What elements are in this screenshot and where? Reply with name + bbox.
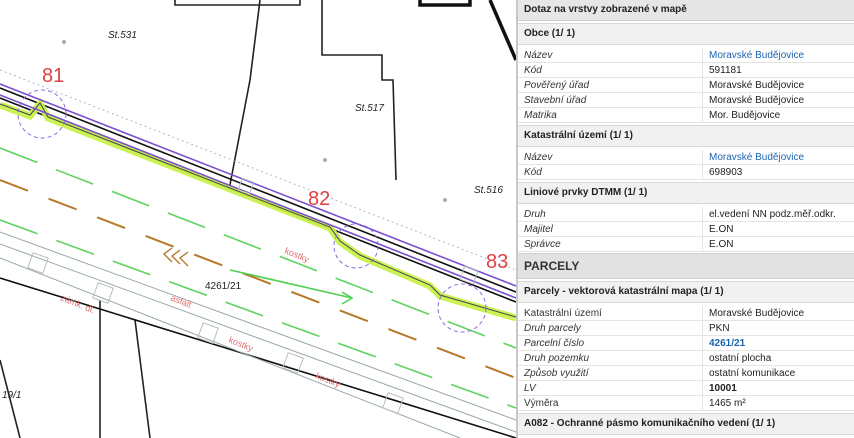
- table-row: Stavební úřad Moravské Budějovice: [518, 92, 854, 108]
- dashed-line: [0, 69, 516, 271]
- brown-chevrons: [162, 247, 189, 267]
- table-row: Správce E.ON: [518, 236, 854, 252]
- section-header-katastr[interactable]: Katastrální území (1/ 1): [518, 125, 854, 147]
- row-value: 591181: [702, 62, 854, 78]
- road-label: zámk. dl.: [59, 293, 96, 316]
- parcel-label: St.516: [474, 185, 503, 196]
- small-dots: [62, 40, 447, 202]
- road-label: kostky: [283, 246, 311, 265]
- query-results-panel: Dotaz na vrstvy zobrazené v mapě Obce (1…: [516, 0, 854, 438]
- parcel-boundaries-bold: [418, 0, 516, 61]
- table-row: Název Moravské Budějovice: [518, 150, 854, 165]
- table-row: Kód 698903: [518, 164, 854, 180]
- row-value: PKN: [702, 320, 854, 336]
- table-row: Parcelní číslo 4261/21: [518, 335, 854, 351]
- table-row: Název Moravské Budějovice: [518, 48, 854, 63]
- table-row: Majitel E.ON: [518, 221, 854, 237]
- row-key: Správce: [518, 236, 703, 252]
- road-label: kostky: [227, 335, 255, 354]
- centre-line: [0, 179, 516, 379]
- sidewalk-lines: [0, 231, 516, 438]
- road-boundaries: [0, 87, 516, 438]
- table-row: Katastrální území Moravské Budějovice: [518, 306, 854, 321]
- section-header-dtmm[interactable]: Liniové prvky DTMM (1/ 1): [518, 182, 854, 204]
- section-header-a082[interactable]: A082 - Ochranné pásmo komunikačního vede…: [518, 413, 854, 435]
- row-key: Druh parcely: [518, 320, 703, 336]
- row-key: Druh pozemku: [518, 350, 703, 366]
- table-row: Druh pozemku ostatní plocha: [518, 350, 854, 366]
- purple-lines: [0, 83, 516, 299]
- row-value-link[interactable]: Moravské Budějovice: [702, 48, 854, 63]
- row-value: Moravské Budějovice: [702, 306, 854, 321]
- parcel-label: 19/1: [2, 390, 21, 401]
- point-label: 81: [42, 65, 64, 87]
- row-key: Název: [518, 48, 703, 63]
- row-key: Parcelní číslo: [518, 335, 703, 351]
- section-header-parcely-vector[interactable]: Parcely - vektorová katastrální mapa (1/…: [518, 281, 854, 303]
- table-row: Kód 591181: [518, 62, 854, 78]
- table-row: Druh parcely PKN: [518, 320, 854, 336]
- table-row: Způsob využití ostatní komunikace: [518, 365, 854, 381]
- parcel-label: St.531: [108, 30, 137, 41]
- table-row: Pověřený úřad Moravské Budějovice: [518, 77, 854, 93]
- row-value: E.ON: [702, 236, 854, 252]
- table-row: Výměra 1465 m²: [518, 395, 854, 411]
- row-value: 1465 m²: [702, 395, 854, 411]
- parcel-label: St.517: [355, 103, 384, 114]
- row-value: 10001: [702, 380, 854, 396]
- parcely-table: Katastrální území Moravské Budějovice Dru…: [518, 306, 854, 411]
- utility-buffer-line: [0, 97, 516, 322]
- point-circles: [17, 89, 487, 333]
- row-key: Kód: [518, 62, 703, 78]
- row-value-link[interactable]: 4261/21: [702, 335, 854, 351]
- point-label: 83: [486, 251, 508, 273]
- panel-title: Dotaz na vrstvy zobrazené v mapě: [518, 0, 854, 21]
- row-value: Mor. Budějovice: [702, 107, 854, 123]
- table-row: LV 10001: [518, 380, 854, 396]
- dtmm-table: Druh el.vedení NN podz.měř.odkr. Majitel E…: [518, 207, 854, 252]
- obce-table: Název Moravské Budějovice Kód 591181 Pověř…: [518, 48, 854, 123]
- katastr-table: Název Moravské Budějovice Kód 698903: [518, 150, 854, 180]
- map-view[interactable]: St.531 St.517 St.516 4261/21 19/1 81 82 …: [0, 0, 516, 438]
- table-row: Matrika Mor. Budějovice: [518, 107, 854, 123]
- row-key: Výměra: [518, 395, 703, 411]
- row-key: Pověřený úřad: [518, 77, 703, 93]
- row-value: ostatní komunikace: [702, 365, 854, 381]
- row-value-link[interactable]: Moravské Budějovice: [702, 150, 854, 165]
- row-value: el.vedení NN podz.měř.odkr.: [702, 207, 854, 222]
- row-value: 698903: [702, 164, 854, 180]
- table-row: Druh el.vedení NN podz.měř.odkr.: [518, 207, 854, 222]
- row-value: Moravské Budějovice: [702, 77, 854, 93]
- row-value: ostatní plocha: [702, 350, 854, 366]
- row-value: E.ON: [702, 221, 854, 237]
- row-key: LV: [518, 380, 703, 396]
- map-canvas[interactable]: St.531 St.517 St.516 4261/21 19/1 81 82 …: [0, 0, 516, 438]
- row-key: Druh: [518, 207, 703, 222]
- section-header-parcely[interactable]: PARCELY: [518, 253, 854, 279]
- parcel-label: 4261/21: [205, 281, 242, 292]
- row-key: Majitel: [518, 221, 703, 237]
- utility-line-center: [0, 102, 516, 318]
- section-header-obce[interactable]: Obce (1/ 1): [518, 23, 854, 45]
- row-key: Matrika: [518, 107, 703, 123]
- row-key: Stavební úřad: [518, 92, 703, 108]
- row-key: Katastrální území: [518, 306, 703, 321]
- point-label: 82: [308, 188, 330, 210]
- row-key: Název: [518, 150, 703, 165]
- row-value: Moravské Budějovice: [702, 92, 854, 108]
- point-labels: 81 82 83: [42, 65, 508, 273]
- row-key: Způsob využití: [518, 365, 703, 381]
- row-key: Kód: [518, 164, 703, 180]
